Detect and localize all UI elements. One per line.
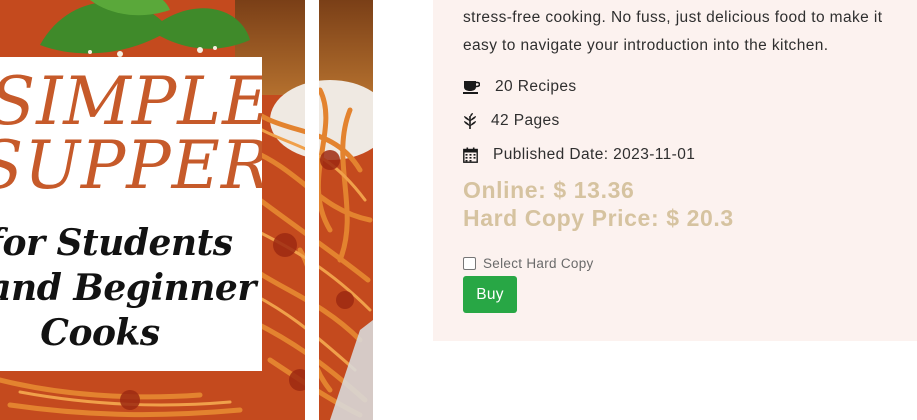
leaf-icon bbox=[463, 112, 485, 130]
recipes-count-row: 20 Recipes bbox=[463, 77, 577, 97]
calendar-icon bbox=[463, 146, 485, 164]
hard-copy-price: Hard Copy Price: $ 20.3 bbox=[463, 205, 734, 231]
buy-button[interactable]: Buy bbox=[463, 276, 517, 313]
pages-count: 42 Pages bbox=[491, 112, 560, 129]
description-line: easy to navigate your introduction into … bbox=[463, 37, 829, 54]
hard-copy-checkbox-label: Select Hard Copy bbox=[483, 256, 594, 271]
cover-subtitle-line3: Cooks bbox=[40, 312, 160, 354]
cover-title-line2: SUPPERS bbox=[0, 127, 262, 204]
cover-title-card: SIMPLE SUPPERS for Students and Beginner… bbox=[0, 57, 262, 371]
cover-subtitle-line1: for Students bbox=[0, 222, 233, 264]
book-cover-image: SIMPLE SUPPERS for Students and Beginner… bbox=[0, 0, 373, 420]
cover-divider bbox=[305, 0, 319, 420]
description-line: stress-free cooking. No fuss, just delic… bbox=[463, 9, 883, 26]
product-description: stress-free cooking. No fuss, just delic… bbox=[463, 4, 913, 60]
select-hard-copy-option[interactable]: Select Hard Copy bbox=[463, 256, 594, 271]
cover-subtitle-line2: and Beginner bbox=[0, 267, 256, 309]
hard-copy-checkbox[interactable] bbox=[463, 257, 476, 270]
published-date-row: Published Date: 2023-11-01 bbox=[463, 145, 695, 165]
coffee-cup-icon bbox=[463, 78, 485, 96]
pages-count-row: 42 Pages bbox=[463, 111, 560, 131]
online-price: Online: $ 13.36 bbox=[463, 177, 635, 203]
recipes-count: 20 Recipes bbox=[495, 78, 577, 95]
published-date: Published Date: 2023-11-01 bbox=[493, 146, 696, 163]
